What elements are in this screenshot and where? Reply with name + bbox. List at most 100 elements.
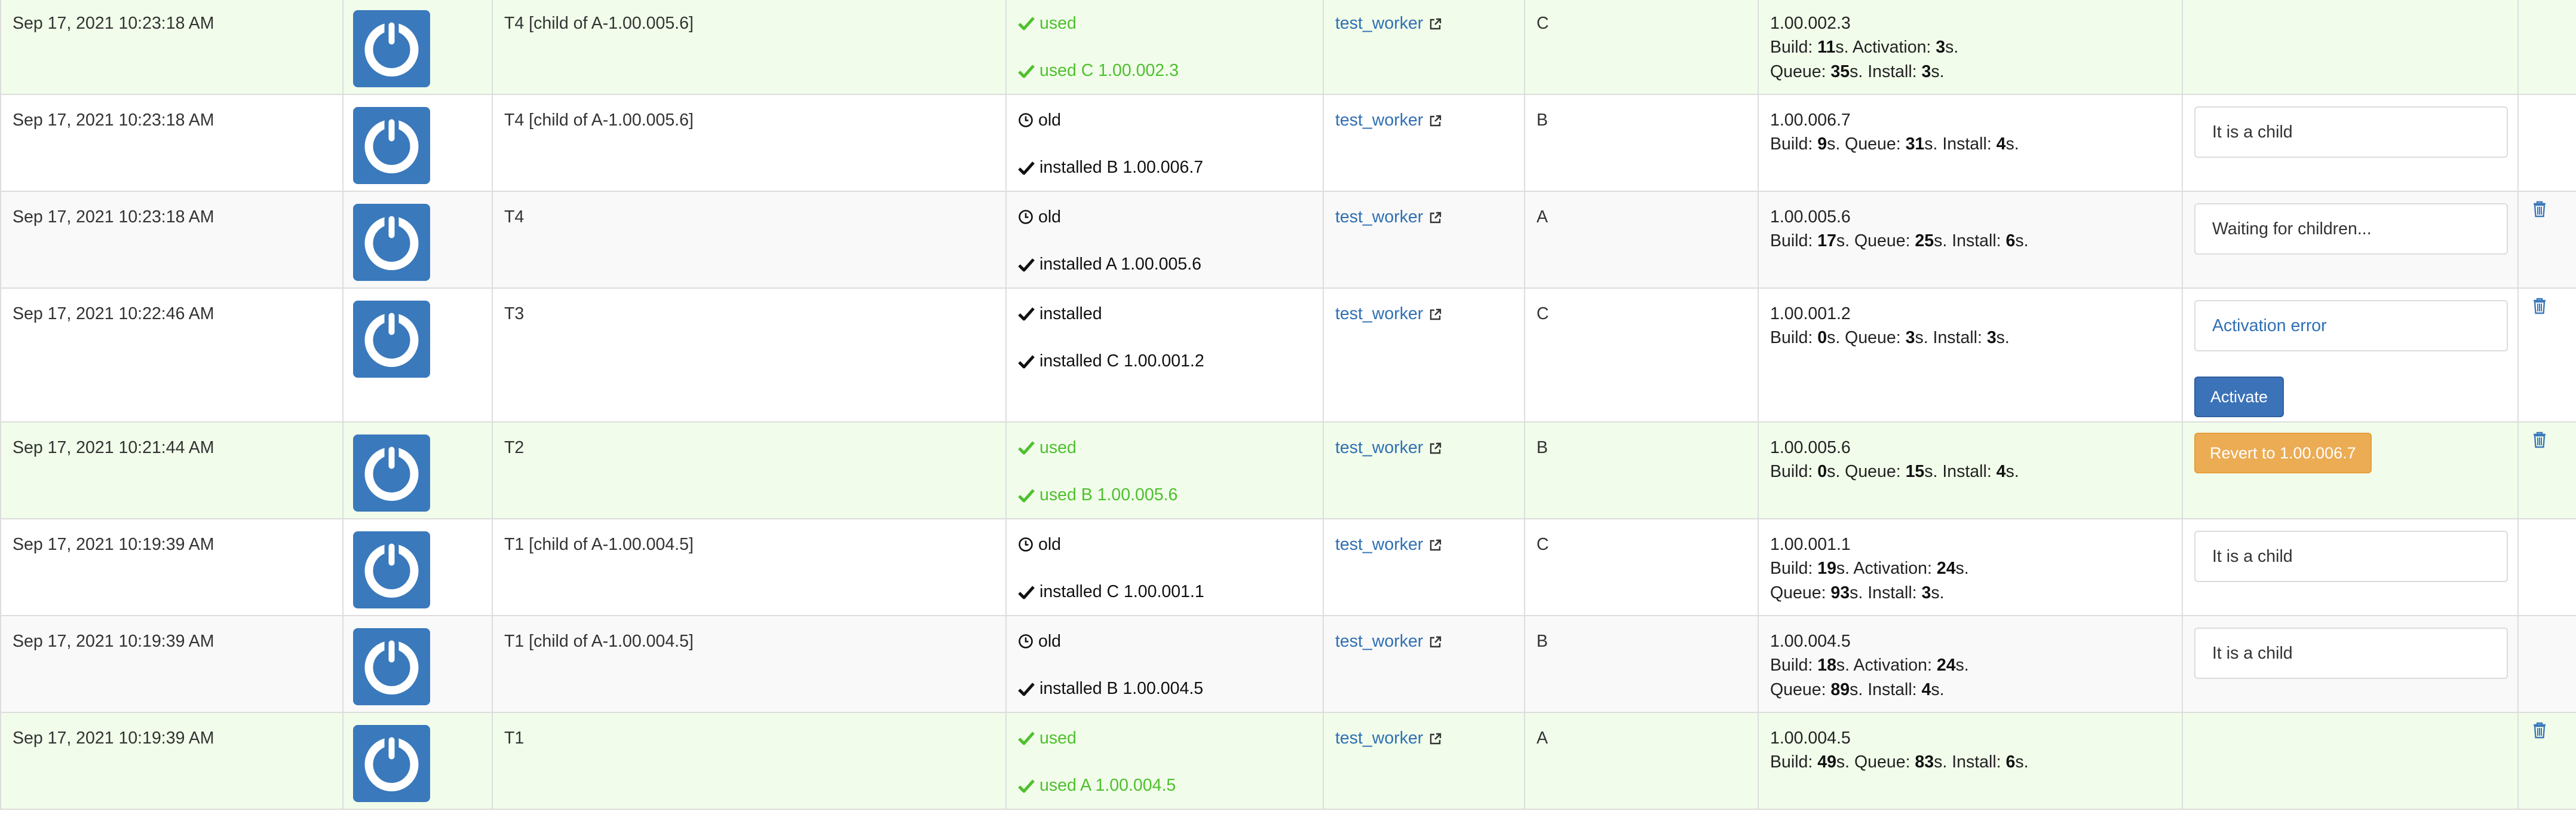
- power-icon: [353, 531, 430, 608]
- name-cell: T4 [child of A-1.00.005.6]: [492, 0, 1007, 95]
- version-number: 1.00.005.6: [1770, 207, 1851, 227]
- timing-line: Build: 9s. Queue: 31s. Install: 4s.: [1770, 134, 2019, 154]
- name-cell: T1: [492, 712, 1007, 810]
- activate-button[interactable]: Activate: [2194, 377, 2284, 417]
- status-detail-line: used C 1.00.002.3: [1018, 59, 1311, 82]
- status-line: old: [1018, 205, 1311, 229]
- timestamp: Sep 17, 2021 10:19:39 AM: [13, 535, 214, 554]
- worker-link[interactable]: test_worker: [1335, 535, 1442, 554]
- group-cell: B: [1524, 421, 1759, 519]
- logo-cell: [342, 421, 493, 519]
- group-label: C: [1537, 535, 1549, 554]
- check-icon: [1018, 440, 1035, 455]
- worker-link[interactable]: test_worker: [1335, 111, 1442, 130]
- item-name: T3: [504, 304, 525, 323]
- trash-icon[interactable]: [2532, 200, 2547, 218]
- timestamp-cell: Sep 17, 2021 10:23:18 AM: [0, 94, 344, 192]
- worker-link[interactable]: test_worker: [1335, 304, 1442, 323]
- status-label: old: [1038, 632, 1062, 651]
- group-cell: C: [1524, 518, 1759, 616]
- group-cell: C: [1524, 0, 1759, 95]
- worker-link[interactable]: test_worker: [1335, 729, 1442, 748]
- worker-link[interactable]: test_worker: [1335, 632, 1442, 651]
- status-detail: installed B 1.00.004.5: [1039, 679, 1204, 699]
- name-cell: T3: [492, 287, 1007, 423]
- name-cell: T1 [child of A-1.00.004.5]: [492, 518, 1007, 616]
- trash-icon[interactable]: [2532, 297, 2547, 315]
- item-name: T1 [child of A-1.00.004.5]: [504, 632, 694, 651]
- external-link-icon: [1429, 114, 1442, 127]
- version-number: 1.00.006.7: [1770, 111, 1851, 130]
- power-icon: [353, 107, 430, 184]
- logo-cell: [342, 0, 493, 95]
- status-label: installed: [1039, 304, 1102, 323]
- table-row: Sep 17, 2021 10:19:39 AM T1 used used A …: [0, 712, 2576, 810]
- timestamp-cell: Sep 17, 2021 10:21:44 AM: [0, 421, 344, 519]
- name-cell: T1 [child of A-1.00.004.5]: [492, 615, 1007, 713]
- trash-icon[interactable]: [2532, 721, 2547, 739]
- status-cell: used used C 1.00.002.3: [1005, 0, 1324, 95]
- worker-link[interactable]: test_worker: [1335, 438, 1442, 457]
- status-label: old: [1038, 207, 1062, 227]
- status-cell: old installed B 1.00.004.5: [1005, 615, 1324, 713]
- power-icon: [353, 301, 430, 378]
- action-cell: [2182, 0, 2519, 95]
- item-name: T4 [child of A-1.00.005.6]: [504, 14, 694, 33]
- status-detail: installed C 1.00.001.2: [1039, 351, 1204, 371]
- timestamp: Sep 17, 2021 10:23:18 AM: [13, 14, 214, 33]
- version-cell: 1.00.005.6 Build: 17s. Queue: 25s. Insta…: [1758, 191, 2183, 289]
- clock-icon: [1018, 209, 1034, 225]
- status-cell: installed installed C 1.00.001.2: [1005, 287, 1324, 423]
- timing-line: Build: 11s. Activation: 3s.: [1770, 38, 1959, 57]
- timestamp-cell: Sep 17, 2021 10:23:18 AM: [0, 0, 344, 95]
- worker-cell: test_worker: [1323, 518, 1525, 616]
- timing-line: Build: 18s. Activation: 24s.: [1770, 656, 1969, 675]
- status-line: used: [1018, 11, 1311, 35]
- delete-cell: [2517, 615, 2576, 713]
- worker-cell: test_worker: [1323, 191, 1525, 289]
- group-cell: B: [1524, 94, 1759, 192]
- status-detail: used B 1.00.005.6: [1039, 485, 1178, 505]
- status-line: installed: [1018, 302, 1311, 326]
- worker-link[interactable]: test_worker: [1335, 14, 1442, 33]
- trash-icon[interactable]: [2532, 431, 2547, 449]
- item-name: T2: [504, 438, 525, 457]
- group-label: C: [1537, 304, 1549, 323]
- check-icon: [1018, 779, 1035, 793]
- worker-cell: test_worker: [1323, 94, 1525, 192]
- status-line: used: [1018, 436, 1311, 460]
- timestamp: Sep 17, 2021 10:19:39 AM: [13, 729, 214, 748]
- item-name: T1 [child of A-1.00.004.5]: [504, 535, 694, 554]
- worker-link[interactable]: test_worker: [1335, 207, 1442, 227]
- status-detail: installed B 1.00.006.7: [1039, 158, 1204, 178]
- version-number: 1.00.001.2: [1770, 304, 1851, 323]
- action-cell: It is a child: [2182, 518, 2519, 616]
- table-row: Sep 17, 2021 10:23:18 AM T4 [child of A-…: [0, 94, 2576, 192]
- status-label: old: [1038, 111, 1062, 130]
- action-cell: Activation error Activate: [2182, 287, 2519, 423]
- timestamp: Sep 17, 2021 10:22:46 AM: [13, 304, 214, 323]
- version-number: 1.00.004.5: [1770, 632, 1851, 651]
- external-link-icon: [1429, 17, 1442, 30]
- version-cell: 1.00.006.7 Build: 9s. Queue: 31s. Instal…: [1758, 94, 2183, 192]
- group-label: A: [1537, 207, 1548, 227]
- check-icon: [1018, 488, 1035, 503]
- revert-button[interactable]: Revert to 1.00.006.7: [2194, 433, 2372, 473]
- delete-cell: [2517, 191, 2576, 289]
- status-label: used: [1039, 729, 1077, 748]
- group-label: B: [1537, 438, 1548, 457]
- status-detail: used C 1.00.002.3: [1039, 61, 1179, 81]
- worker-cell: test_worker: [1323, 0, 1525, 95]
- activation-error-link[interactable]: Activation error: [2194, 300, 2508, 351]
- version-cell: 1.00.002.3 Build: 11s. Activation: 3s. Q…: [1758, 0, 2183, 95]
- timing-line: Build: 0s. Queue: 15s. Install: 4s.: [1770, 462, 2019, 482]
- delete-cell: [2517, 421, 2576, 519]
- timing-line: Queue: 89s. Install: 4s.: [1770, 680, 1945, 699]
- status-detail-line: installed C 1.00.001.2: [1018, 349, 1311, 373]
- check-icon: [1018, 64, 1035, 78]
- version-cell: 1.00.005.6 Build: 0s. Queue: 15s. Instal…: [1758, 421, 2183, 519]
- version-cell: 1.00.001.2 Build: 0s. Queue: 3s. Install…: [1758, 287, 2183, 423]
- group-cell: A: [1524, 712, 1759, 810]
- version-number: 1.00.005.6: [1770, 438, 1851, 457]
- group-label: C: [1537, 14, 1549, 33]
